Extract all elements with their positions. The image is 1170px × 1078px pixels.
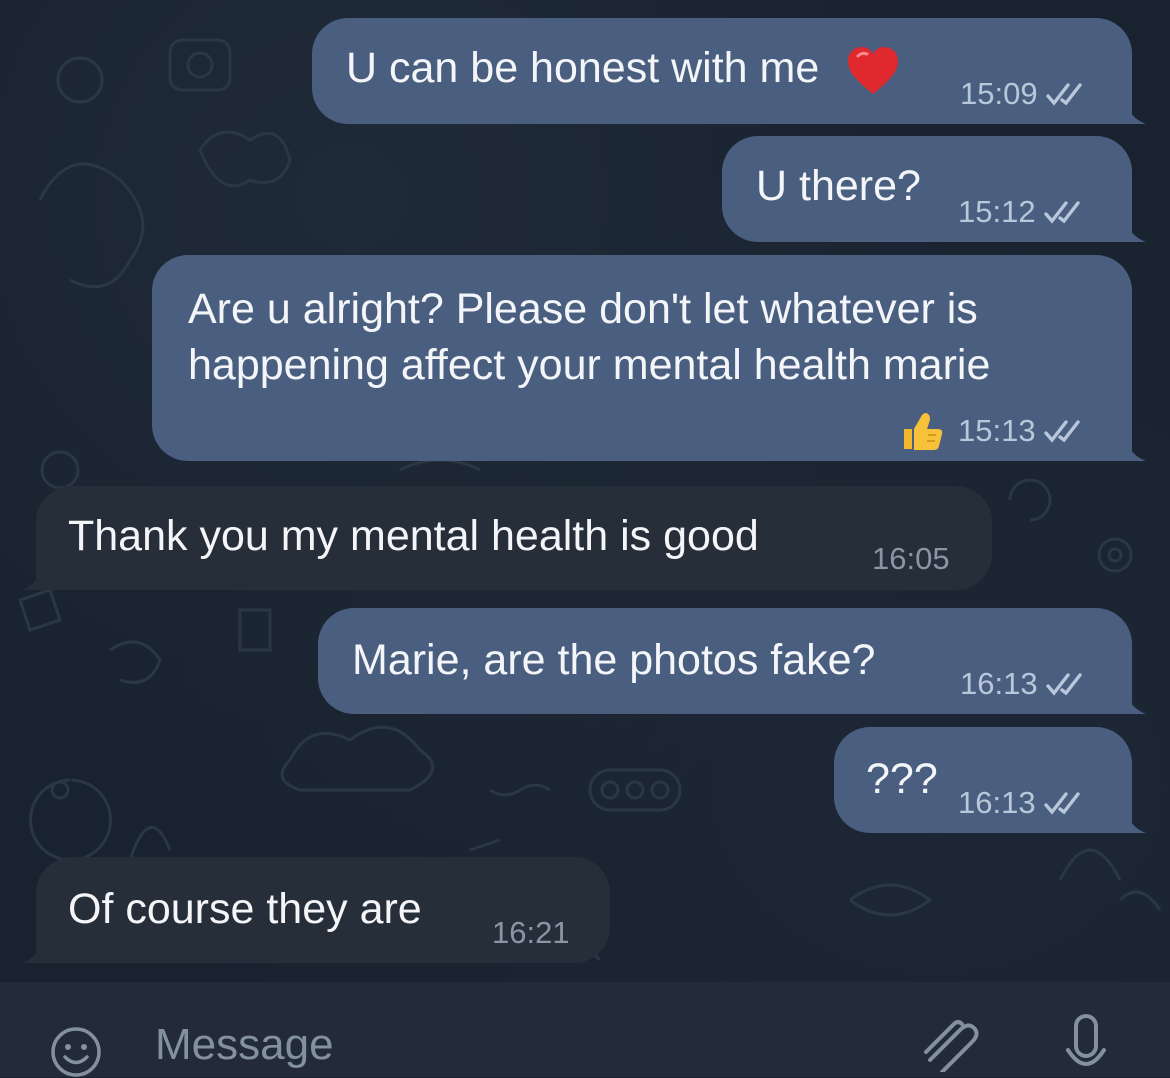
message-text: Of course they are [68,885,422,933]
message-time: 16:13 [960,666,1038,701]
message-meta: 15:09 [960,76,1086,112]
message-bubble-outgoing[interactable]: U can be honest with me 15:09 [312,18,1132,124]
message-time: 16:05 [872,541,950,576]
message-text: Thank you my mental health is good [68,512,759,560]
thumbs-up-reaction-icon[interactable] [900,411,944,451]
bubble-tail [1122,692,1146,714]
emoji-icon[interactable] [50,1026,102,1078]
message-meta: 16:21 [492,915,570,951]
message-meta: 15:13 [900,411,1084,451]
message-meta: 16:13 [958,785,1084,821]
message-bubble-incoming[interactable]: Of course they are 16:21 [36,857,610,963]
bubble-tail [1122,811,1146,833]
bubble-tail [1122,102,1146,124]
double-check-icon [1045,83,1082,106]
message-time: 15:13 [958,413,1036,448]
message-time: 15:09 [960,76,1038,111]
heart-emoji-icon [846,46,900,96]
message-bubble-outgoing[interactable]: Are u alright? Please don't let whatever… [152,255,1132,461]
message-bubble-outgoing[interactable]: U there? 15:12 [722,136,1132,242]
message-text-line: Are u alright? Please don't let whatever… [188,285,978,333]
message-text: ??? [866,755,938,803]
chat-area[interactable]: U can be honest with me 15:09 U there? 1… [0,0,1170,982]
microphone-icon[interactable] [1064,1010,1108,1074]
message-time: 15:12 [958,194,1036,229]
bubble-tail [22,568,46,590]
message-time: 16:13 [958,785,1036,820]
message-text: Marie, are the photos fake? [352,636,876,684]
message-bubble-outgoing[interactable]: ??? 16:13 [834,727,1132,833]
double-check-icon [1045,673,1082,696]
message-time: 16:21 [492,915,570,950]
message-input[interactable]: Message [155,1020,334,1070]
paperclip-icon[interactable] [916,1008,980,1072]
message-meta: 16:13 [960,666,1086,702]
message-meta: 16:05 [872,541,950,577]
message-text: U can be honest with me [346,44,820,92]
bubble-tail [1122,220,1146,242]
double-check-icon [1043,420,1080,443]
double-check-icon [1043,201,1080,224]
message-composer: Message [0,982,1170,1077]
message-text: U there? [756,162,921,210]
bubble-tail [22,941,46,963]
message-text-line: happening affect your mental health mari… [188,341,991,389]
message-bubble-incoming[interactable]: Thank you my mental health is good 16:05 [36,486,992,590]
message-bubble-outgoing[interactable]: Marie, are the photos fake? 16:13 [318,608,1132,714]
message-meta: 15:12 [958,194,1084,230]
double-check-icon [1043,792,1080,815]
bubble-tail [1122,439,1146,461]
